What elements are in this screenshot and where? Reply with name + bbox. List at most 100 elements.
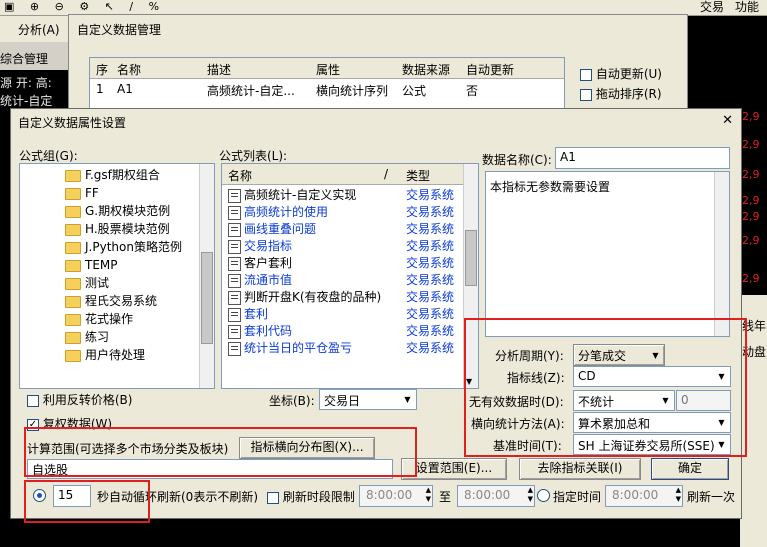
group-item[interactable]: FF: [65, 184, 182, 202]
scroll-down-icon[interactable]: ▼: [466, 377, 472, 386]
formula-row[interactable]: 套利 交易系统: [228, 306, 464, 323]
group-item[interactable]: 程氏交易系统: [65, 292, 182, 310]
data-name-input[interactable]: A1: [555, 147, 730, 169]
formula-row[interactable]: 判断开盘K(有夜盘的品种) 交易系统: [228, 289, 464, 306]
group-item[interactable]: G.期权模块范例: [65, 202, 182, 220]
distribution-button[interactable]: 指标横向分布图(X)...: [239, 437, 375, 459]
formula-row[interactable]: 客户套利 交易系统: [228, 255, 464, 272]
desc-scrollbar[interactable]: [714, 172, 729, 336]
base-time-select[interactable]: SH 上海证券交易所(SSE) ▼: [573, 434, 731, 455]
header-source[interactable]: 数据来源: [402, 61, 450, 78]
refresh-limit-check-icon[interactable]: [267, 491, 279, 504]
refresh-seconds-input[interactable]: 15: [53, 485, 91, 507]
header-attr[interactable]: 属性: [316, 61, 340, 78]
properties-dialog: 自定义数据属性设置 ✕ 公式组(G): F.gsf期权组合 FF G.期权模块范…: [10, 108, 742, 519]
document-icon: [228, 324, 241, 339]
calc-range-label: 计算范围(可选择多个市场分类及板块): [27, 442, 229, 456]
group-item[interactable]: 用户待处理: [65, 346, 182, 364]
folder-icon: [65, 331, 81, 344]
refresh-limit-checkbox[interactable]: 刷新时段限制: [267, 488, 355, 505]
auto-refresh-radio[interactable]: [33, 489, 46, 502]
group-item[interactable]: TEMP: [65, 256, 182, 274]
formula-list[interactable]: 名称 / 类型 高频统计-自定义实现 交易系统 高频统计的使用 交易系统 画线重叠问…: [221, 163, 479, 389]
manager-row[interactable]: 1 A1 高频统计-自定... 横向统计序列 公式 否: [90, 80, 564, 98]
formula-row[interactable]: 统计当日的平仓盈亏 交易系统: [228, 340, 464, 357]
group-item[interactable]: 测试: [65, 274, 182, 292]
formula-row[interactable]: 高频统计的使用 交易系统: [228, 204, 464, 221]
list-header-name[interactable]: 名称: [228, 167, 252, 184]
menu-analysis[interactable]: 分析(A): [18, 21, 60, 38]
header-seq[interactable]: 序: [96, 61, 108, 78]
fixed-time-radio[interactable]: [537, 489, 550, 502]
spinner-icon[interactable]: ▲ ▼: [426, 486, 431, 504]
chevron-down-icon: ▼: [718, 440, 725, 449]
app-menubar: 分析(A): [0, 16, 70, 42]
coord-select[interactable]: 交易日 ▼: [319, 389, 417, 410]
header-auto-update[interactable]: 自动更新: [466, 61, 514, 78]
close-icon[interactable]: ✕: [722, 113, 733, 128]
chevron-down-icon: ▼: [652, 350, 659, 360]
formula-row[interactable]: 高频统计-自定义实现 交易系统: [228, 187, 464, 204]
fixed-time-label: 指定时间: [553, 490, 602, 504]
chevron-down-icon: ▼: [718, 418, 725, 427]
group-item[interactable]: J.Python策略范例: [65, 238, 182, 256]
label-xiannian: 线年: [742, 319, 767, 333]
formula-row[interactable]: 流通市值 交易系统: [228, 272, 464, 289]
folder-icon: [65, 259, 81, 272]
list-header-type[interactable]: 类型: [406, 167, 430, 184]
period-select[interactable]: 分笔成交 ▼: [573, 344, 665, 366]
list-header-sep: /: [384, 167, 389, 181]
time-from-input[interactable]: 8:00:00 ▲ ▼: [359, 485, 433, 507]
list-scroll-thumb[interactable]: [465, 230, 477, 286]
ok-button[interactable]: 确定: [651, 458, 729, 480]
manager-table-header: 序 名称 描述 属性 数据来源 自动更新: [90, 58, 564, 79]
period-label: 分析周期(Y):: [495, 349, 564, 363]
group-item[interactable]: 练习: [65, 328, 182, 346]
manager-title: 自定义数据管理: [77, 23, 162, 37]
remove-link-button[interactable]: 去除指标关联(I): [519, 458, 641, 480]
list-scrollbar[interactable]: ▼: [463, 164, 478, 388]
time-fixed-input[interactable]: 8:00:00 ▲ ▼: [605, 485, 683, 507]
scroll-thumb[interactable]: [201, 252, 213, 344]
group-item[interactable]: 花式操作: [65, 310, 182, 328]
range-input[interactable]: 自选股: [27, 459, 393, 479]
set-range-button[interactable]: 设置范围(E)...: [401, 458, 507, 480]
method-label: 横向统计方法(A):: [471, 417, 565, 431]
time-to-input[interactable]: 8:00:00 ▲ ▼: [457, 485, 535, 507]
toolbar-right-jiaoyi[interactable]: 交易: [700, 0, 724, 15]
app-tabbar: 综合管理: [0, 42, 70, 70]
drag-sort-check-icon[interactable]: [580, 88, 592, 101]
auto-update-checkbox[interactable]: 自动更新(U): [580, 65, 662, 82]
description-box[interactable]: 本指标无参数需要设置: [485, 171, 730, 337]
dialog-titlebar: 自定义数据属性设置 ✕: [11, 109, 741, 133]
spinner-icon[interactable]: ▲ ▼: [528, 486, 533, 504]
group-item[interactable]: F.gsf期权组合: [65, 166, 182, 184]
invalid-select[interactable]: 不统计 ▼: [573, 390, 675, 411]
reverse-price-check-icon[interactable]: [27, 394, 39, 407]
formula-row[interactable]: 套利代码 交易系统: [228, 323, 464, 340]
toolbar-right-gongneng[interactable]: 功能: [735, 0, 759, 15]
toolbar-icons[interactable]: ▣ ⊕ ⊖ ⚙ ↖ ∕ %: [4, 0, 165, 14]
tree-scrollbar[interactable]: [199, 164, 214, 388]
auto-update-check-icon[interactable]: [580, 68, 592, 81]
price-1: 2,9: [742, 110, 760, 123]
base-time-label: 基准时间(T):: [493, 439, 562, 453]
refresh-once-label[interactable]: 刷新一次: [687, 488, 735, 505]
restore-data-checkbox[interactable]: ✓ 复权数据(W): [27, 415, 112, 432]
document-icon: [228, 205, 241, 220]
header-desc[interactable]: 描述: [207, 61, 231, 78]
header-name[interactable]: 名称: [117, 61, 141, 78]
group-item[interactable]: H.股票模块范例: [65, 220, 182, 238]
use-reverse-price-checkbox[interactable]: 利用反转价格(B): [27, 391, 132, 408]
formula-row[interactable]: 画线重叠问题 交易系统: [228, 221, 464, 238]
invalid-number-input[interactable]: 0: [676, 390, 731, 411]
formula-group-tree[interactable]: F.gsf期权组合 FF G.期权模块范例 H.股票模块范例 J.Python策…: [19, 163, 215, 389]
spinner-icon[interactable]: ▲ ▼: [676, 486, 681, 504]
tab-combo-manage[interactable]: 综合管理: [0, 50, 48, 67]
formula-row[interactable]: 交易指标 交易系统: [228, 238, 464, 255]
method-select[interactable]: 算术累加总和 ▼: [573, 412, 731, 433]
drag-sort-checkbox[interactable]: 拖动排序(R): [580, 85, 662, 102]
indicator-select[interactable]: CD ▼: [573, 366, 731, 387]
price-7: 2,9: [742, 272, 760, 285]
restore-data-check-icon[interactable]: ✓: [27, 418, 39, 431]
